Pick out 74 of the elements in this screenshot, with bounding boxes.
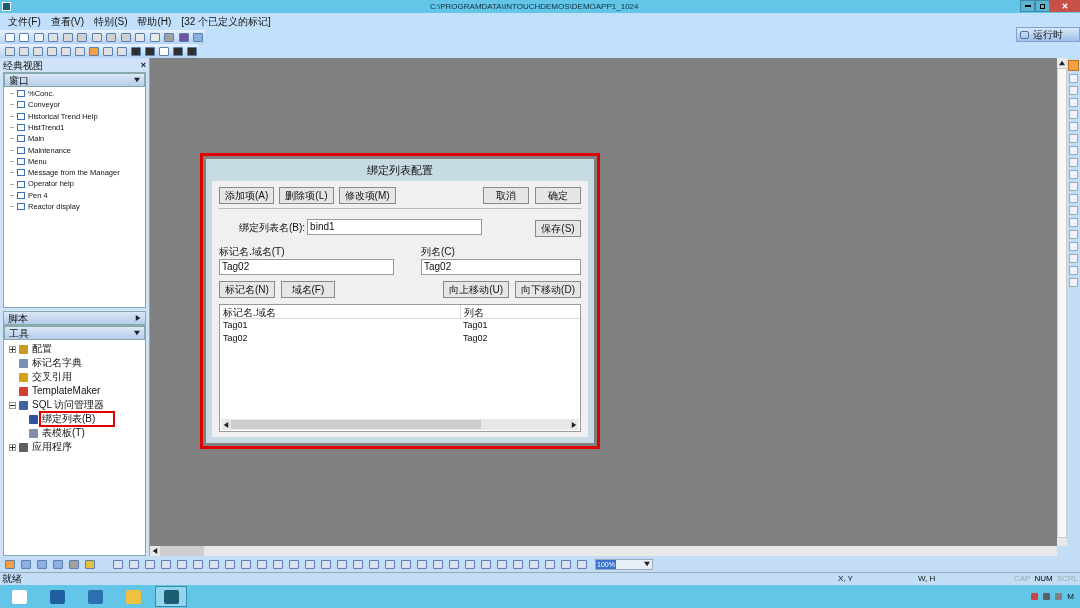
- close-button[interactable]: [1050, 0, 1080, 12]
- collapse-arrow-icon[interactable]: [134, 77, 140, 83]
- tag-count: [32 个已定义的标记]: [181, 15, 271, 29]
- panel-title: 经典视图: [3, 58, 43, 73]
- table-cell-text: Tag01: [462, 319, 489, 332]
- dialog-button[interactable]: 添加项(A): [219, 187, 275, 204]
- column-header[interactable]: 列名: [460, 305, 580, 318]
- tree-item[interactable]: 绑定列表(B): [41, 413, 114, 425]
- tree-item[interactable]: SQL 访问管理器: [31, 399, 106, 411]
- dialog-button[interactable]: 确定: [535, 187, 581, 204]
- taskbar-button[interactable]: [155, 586, 187, 607]
- column-header[interactable]: 标记名.域名: [220, 305, 460, 318]
- menubar-option[interactable]: 文件(F): [8, 14, 41, 29]
- scroll-up-icon[interactable]: [1059, 60, 1065, 66]
- scroll-right-icon[interactable]: [571, 421, 577, 428]
- table-cell-text: Tag02: [462, 332, 489, 345]
- key-indicator: SCRL: [1055, 573, 1079, 585]
- window-title: C:\PROGRAMDATA\INTOUCHDEMOS\DEMOAPP1_1024: [430, 0, 639, 13]
- section-header[interactable]: 窗口: [4, 73, 145, 87]
- menubar-option[interactable]: 特别(S): [94, 14, 128, 29]
- scrollbar-thumb[interactable]: [160, 546, 204, 556]
- dialog-button[interactable]: 向下移动(D): [515, 281, 581, 298]
- field-label: 绑定列表名(B):: [239, 220, 306, 235]
- input-method-indicator[interactable]: M: [1067, 590, 1074, 603]
- toolbar-icon[interactable]: [143, 44, 156, 58]
- toolbar-icon[interactable]: [129, 44, 142, 58]
- dialog-button[interactable]: 保存(S): [535, 220, 581, 237]
- toolbar-icon[interactable]: [177, 30, 191, 44]
- expand-arrow-icon[interactable]: [135, 315, 141, 321]
- close-button[interactable]: ×: [140, 60, 146, 70]
- tree-item[interactable]: 应用程序: [31, 441, 73, 453]
- input-field[interactable]: bind1: [307, 219, 483, 235]
- tree-item[interactable]: 配置: [31, 343, 53, 355]
- section-header[interactable]: 脚本: [3, 311, 146, 325]
- caret-icon[interactable]: [644, 561, 650, 567]
- tree-item[interactable]: 标记名字典: [31, 357, 83, 369]
- dialog-button[interactable]: 域名(F): [280, 281, 335, 298]
- section-header[interactable]: 工具: [4, 326, 145, 340]
- dialog-button[interactable]: 取消: [483, 187, 529, 204]
- minimize-button[interactable]: [1020, 0, 1035, 12]
- menubar-option[interactable]: 帮助(H): [137, 14, 172, 29]
- input-field[interactable]: Tag02: [421, 259, 581, 275]
- collapse-icon[interactable]: [9, 401, 16, 409]
- dialog-title: 绑定列表配置: [366, 163, 434, 178]
- toolbar-icon[interactable]: [185, 44, 198, 58]
- key-indicator: CAP: [1013, 573, 1032, 585]
- expand-icon[interactable]: [9, 345, 16, 353]
- key-indicator: NUM: [1033, 573, 1054, 585]
- tree-item[interactable]: TemplateMaker: [31, 385, 102, 397]
- scroll-left-icon[interactable]: [152, 548, 158, 554]
- field-label: 列名(C): [421, 245, 456, 259]
- scroll-left-icon[interactable]: [223, 421, 229, 428]
- table-cell-text: Tag01: [222, 319, 249, 332]
- collapse-arrow-icon[interactable]: [134, 330, 140, 336]
- field-label: 标记名.域名(T): [219, 245, 286, 259]
- object-size: W, H: [918, 573, 937, 585]
- expand-icon[interactable]: [9, 443, 16, 451]
- input-field[interactable]: Tag02: [219, 259, 394, 275]
- toolbar-icon[interactable]: [171, 44, 184, 58]
- status-text: 就绪: [1, 573, 23, 585]
- table-cell-text: Tag02: [222, 332, 249, 345]
- dialog-button[interactable]: 修改项(M): [338, 187, 396, 204]
- restore-button[interactable]: [1035, 0, 1050, 12]
- runtime-button[interactable]: 运行时: [1016, 27, 1080, 42]
- dialog-button[interactable]: 向上移动(U): [443, 281, 510, 298]
- scrollbar-thumb[interactable]: [1057, 68, 1067, 538]
- dialog-button[interactable]: 标记名(N): [219, 281, 275, 298]
- cursor-position: X, Y: [838, 573, 854, 585]
- close-icon: [1062, 3, 1068, 9]
- horizontal-scrollbar[interactable]: [221, 419, 579, 430]
- tree-item[interactable]: 表模板(T): [41, 427, 86, 439]
- tree-item[interactable]: 交叉引用: [31, 371, 73, 383]
- menubar-option[interactable]: 查看(V): [50, 14, 85, 29]
- dialog-button[interactable]: 删除项(L): [279, 187, 334, 204]
